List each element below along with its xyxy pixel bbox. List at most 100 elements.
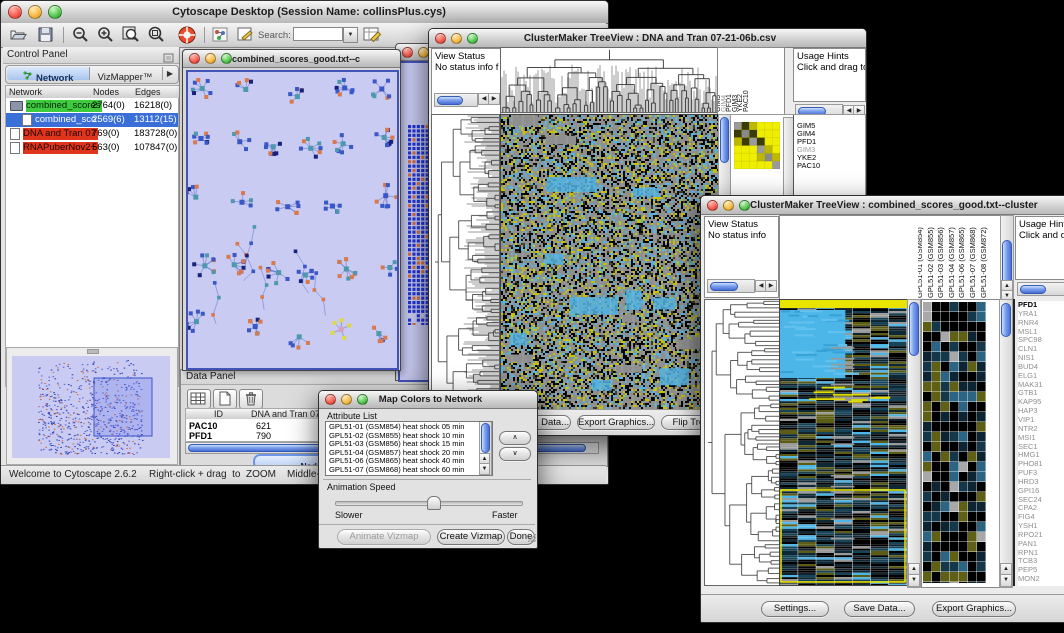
network-canvas[interactable] bbox=[186, 70, 399, 370]
attribute-list-item[interactable]: GPL51-01 (GSM854) heat shock 05 min bbox=[326, 423, 478, 432]
plugin-icon[interactable] bbox=[212, 27, 229, 48]
scrollbar-thumb[interactable] bbox=[720, 117, 729, 163]
minimize-button[interactable] bbox=[28, 5, 42, 19]
column-header-network[interactable]: Network bbox=[6, 86, 91, 98]
move-down-button[interactable]: ∨ bbox=[499, 447, 531, 461]
attribute-list-item[interactable]: GPL51-03 (GSM856) heat shock 15 min bbox=[326, 440, 478, 449]
minimize-button[interactable] bbox=[723, 200, 734, 211]
delete-attribute-icon[interactable] bbox=[239, 389, 263, 409]
column-header-edges[interactable]: Edges bbox=[132, 86, 179, 98]
attribute-editor-icon[interactable] bbox=[363, 26, 382, 49]
tab-overflow-button[interactable]: ▶ bbox=[162, 67, 177, 80]
attribute-list-item[interactable]: GPL51-04 (GSM857) heat shock 20 min bbox=[326, 449, 478, 458]
animate-vizmap-button[interactable]: Animate Vizmap bbox=[337, 529, 431, 545]
slider-thumb[interactable] bbox=[427, 496, 441, 510]
network-window-1[interactable]: combined_scores_good.txt--cluste... bbox=[182, 49, 401, 371]
tv2-heatmap[interactable] bbox=[779, 299, 908, 586]
close-button[interactable] bbox=[325, 394, 336, 405]
scrollbar-thumb[interactable] bbox=[481, 423, 490, 453]
array-column-label[interactable]: GPL51-04 (GSM857) bbox=[948, 227, 955, 298]
network-list-row[interactable]: combined_scores2764(0)16218(0) bbox=[6, 99, 178, 113]
scroll-right-arrow[interactable]: ▶ bbox=[488, 93, 500, 105]
column-header-nodes[interactable]: Nodes bbox=[90, 86, 133, 98]
close-button[interactable] bbox=[402, 47, 413, 58]
minimize-button[interactable] bbox=[341, 394, 352, 405]
zoom-fit-icon[interactable] bbox=[122, 26, 140, 49]
birdseye-resize-handle[interactable] bbox=[87, 349, 99, 354]
data-column-id[interactable]: ID bbox=[186, 409, 249, 419]
matrix-row-label[interactable]: PAC10 bbox=[797, 162, 863, 170]
zoom-button[interactable] bbox=[221, 53, 232, 64]
gene-label[interactable]: MON2 bbox=[1018, 575, 1064, 584]
close-button[interactable] bbox=[8, 5, 22, 19]
array-column-label[interactable]: GPL51-01 (GSM854) bbox=[918, 227, 923, 298]
array-column-label[interactable]: GPL51-02 (GSM855) bbox=[927, 227, 934, 298]
animation-speed-slider[interactable] bbox=[335, 496, 521, 508]
array-column-label[interactable]: GPL51-03 (GSM856) bbox=[937, 227, 944, 298]
array-column-label[interactable]: GPL51-07 (GSM868) bbox=[969, 227, 976, 298]
attribute-list-item[interactable]: GPL51-06 (GSM865) heat shock 40 min bbox=[326, 457, 478, 466]
zoom-selected-icon[interactable] bbox=[147, 26, 165, 49]
close-button[interactable] bbox=[707, 200, 718, 211]
save-icon[interactable] bbox=[37, 26, 54, 48]
network-list-row[interactable]: combined_sco2569(6)13112(15) bbox=[6, 113, 178, 127]
zoom-button[interactable] bbox=[739, 200, 750, 211]
birdseye-view[interactable] bbox=[12, 356, 170, 458]
tv2-usage-hscrollbar[interactable] bbox=[1017, 282, 1064, 296]
create-vizmap-button[interactable]: Create Vizmap bbox=[437, 529, 505, 545]
tv2-heatmap-vscrollbar[interactable]: ▲ ▼ bbox=[907, 299, 921, 588]
attribute-table-icon[interactable] bbox=[187, 389, 211, 409]
open-file-icon[interactable] bbox=[9, 26, 27, 48]
zoom-out-icon[interactable] bbox=[71, 26, 89, 49]
tv2-status-hscrollbar[interactable] bbox=[707, 279, 755, 293]
tab-vizmapper[interactable]: VizMapper™ bbox=[89, 67, 161, 80]
attribute-listbox[interactable]: GPL51-01 (GSM854) heat shock 05 minGPL51… bbox=[325, 421, 493, 476]
matrix-column-label[interactable]: PAC10 bbox=[743, 90, 750, 112]
attribute-list-item[interactable]: GPL51-02 (GSM855) heat shock 10 min bbox=[326, 432, 478, 441]
network-list-row[interactable]: DNA and Tran 07769(0)183728(0) bbox=[6, 127, 178, 141]
tv1-gene-dendrogram[interactable] bbox=[431, 114, 500, 410]
scrollbar-thumb[interactable] bbox=[1001, 303, 1011, 337]
network-list-row[interactable]: RNAPuberNov2+563(0)107847(0) bbox=[6, 141, 178, 155]
zoom-in-icon[interactable] bbox=[96, 26, 114, 49]
scrollbar-thumb[interactable] bbox=[1002, 240, 1012, 284]
minimize-button[interactable] bbox=[205, 53, 216, 64]
close-button[interactable] bbox=[435, 33, 446, 44]
close-button[interactable] bbox=[189, 53, 200, 64]
search-input[interactable] bbox=[293, 27, 343, 41]
tv1-status-hscrollbar[interactable] bbox=[434, 93, 478, 107]
annotation-icon[interactable] bbox=[236, 26, 254, 49]
scroll-down-arrow[interactable]: ▼ bbox=[1000, 574, 1012, 587]
save-data-button[interactable]: Save Data... bbox=[844, 601, 915, 617]
tv1-column-dendrogram[interactable] bbox=[500, 47, 719, 113]
export-graphics-button[interactable]: Export Graphics... bbox=[932, 601, 1016, 617]
array-column-label[interactable]: GPL51-06 (GSM865) bbox=[958, 227, 965, 298]
tv1-heatmap[interactable] bbox=[500, 114, 719, 410]
resize-grip[interactable] bbox=[528, 529, 536, 547]
help-icon[interactable] bbox=[177, 25, 197, 50]
scroll-down-arrow[interactable]: ▼ bbox=[908, 574, 920, 587]
tv2-zoom-vscrollbar[interactable]: ▲ ▼ bbox=[999, 299, 1013, 588]
tv2-zoom-heatmap[interactable] bbox=[923, 302, 986, 583]
export-graphics-button[interactable]: Export Graphics... bbox=[577, 415, 655, 430]
tv1-correlation-matrix[interactable] bbox=[734, 122, 780, 169]
zoom-button[interactable] bbox=[48, 5, 62, 19]
tab-network[interactable]: Network bbox=[7, 67, 90, 80]
tv2-gene-dendrogram[interactable] bbox=[704, 299, 781, 586]
main-titlebar[interactable]: Cytoscape Desktop (Session Name: collins… bbox=[1, 1, 608, 24]
minimize-button[interactable] bbox=[451, 33, 462, 44]
tv2-labels-vscrollbar[interactable]: ▲ ▼ bbox=[1000, 215, 1014, 301]
attribute-list-item[interactable]: GPL51-07 (GSM868) heat shock 60 min bbox=[326, 466, 478, 475]
scroll-right-arrow[interactable]: ▶ bbox=[765, 280, 777, 292]
search-dropdown-button[interactable]: ▼ bbox=[343, 27, 358, 43]
scrollbar-thumb[interactable] bbox=[909, 302, 919, 356]
zoom-button[interactable] bbox=[467, 33, 478, 44]
new-attribute-icon[interactable] bbox=[213, 389, 237, 409]
zoom-button[interactable] bbox=[357, 394, 368, 405]
network-tab-icon bbox=[23, 67, 32, 85]
move-up-button[interactable]: ∧ bbox=[499, 431, 531, 445]
scroll-down-arrow[interactable]: ▼ bbox=[479, 463, 490, 475]
array-column-label[interactable]: GPL51-08 (GSM872) bbox=[980, 227, 987, 298]
settings-button[interactable]: Settings... bbox=[761, 601, 829, 617]
attribute-list-vscrollbar[interactable]: ▲ ▼ bbox=[479, 421, 492, 476]
